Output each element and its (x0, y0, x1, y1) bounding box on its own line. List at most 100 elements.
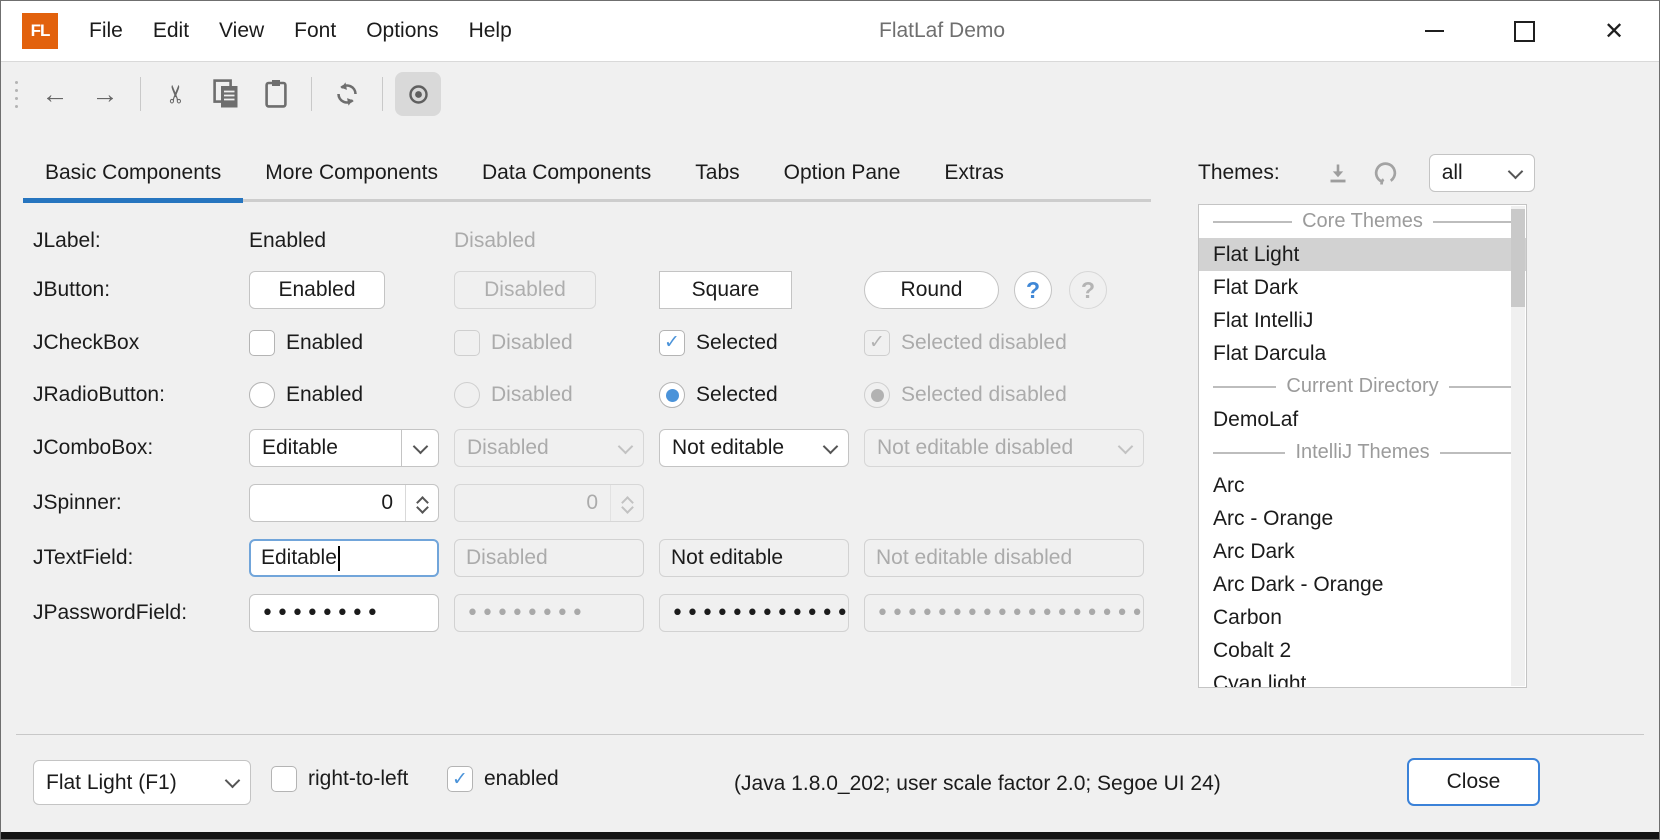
chevron-down-icon (1508, 163, 1524, 179)
download-theme-button[interactable] (1326, 161, 1350, 185)
tab-more-components[interactable]: More Components (243, 147, 460, 199)
radio-disabled: Disabled (454, 382, 644, 408)
forward-button[interactable]: → (82, 72, 128, 116)
radio-icon[interactable] (249, 382, 275, 408)
textfield-editable[interactable]: Editable (249, 539, 439, 577)
spinner-arrow-buttons[interactable] (405, 485, 438, 521)
show-hidden-toggle-button[interactable] (395, 72, 441, 116)
row-label-jcombobox: JComboBox: (33, 436, 249, 460)
cut-button[interactable]: ✂ (153, 72, 199, 116)
checkbox-checked-icon[interactable]: ✓ (447, 766, 473, 792)
lookandfeel-combobox[interactable]: Flat Light (F1) (33, 760, 251, 805)
checkbox-icon[interactable] (271, 766, 297, 792)
theme-list-item[interactable]: Cyan light (1199, 667, 1526, 688)
theme-list-item[interactable]: Flat Dark (1199, 271, 1526, 304)
tab-data-components[interactable]: Data Components (460, 147, 673, 199)
theme-list-scrollbar[interactable] (1511, 206, 1525, 686)
square-button[interactable]: Square (659, 271, 792, 309)
theme-list-item[interactable]: Arc - Orange (1199, 502, 1526, 535)
back-button[interactable]: ← (32, 72, 78, 116)
toolbar: ← → ✂ (1, 62, 1659, 126)
download-icon (1326, 161, 1350, 185)
spinner-enabled[interactable]: 0 (249, 484, 439, 522)
theme-list-item[interactable]: Cobalt 2 (1199, 634, 1526, 667)
theme-list: Core Themes Flat Light Flat Dark Flat In… (1198, 204, 1527, 688)
jcheckbox-row: JCheckBox Enabled Disabled ✓ Selected ✓ … (33, 316, 1163, 369)
enabled-checkbox[interactable]: ✓ enabled (447, 766, 559, 792)
menu-font[interactable]: Font (279, 1, 351, 61)
combobox-editable[interactable]: Editable (249, 429, 439, 467)
label-disabled: Disabled (454, 229, 536, 253)
statusbar-divider (16, 734, 1644, 735)
combobox-arrow-button[interactable] (401, 430, 438, 466)
checkbox-checked-icon[interactable]: ✓ (659, 330, 685, 356)
theme-group-separator: IntelliJ Themes (1199, 436, 1526, 469)
theme-list-item[interactable]: Flat Light (1199, 238, 1526, 271)
refresh-button[interactable] (324, 72, 370, 116)
clipboard-icon (264, 79, 288, 109)
checkbox-selected[interactable]: ✓ Selected (659, 330, 849, 356)
toolbar-separator (382, 77, 383, 111)
checkbox-selected-disabled: ✓ Selected disabled (864, 330, 1144, 356)
disabled-button: Disabled (454, 271, 596, 309)
runtime-info-text: (Java 1.8.0_202; user scale factor 2.0; … (734, 772, 1221, 796)
paste-button[interactable] (253, 72, 299, 116)
combobox-not-editable-disabled: Not editable disabled (864, 429, 1144, 467)
theme-list-item[interactable]: Arc Dark - Orange (1199, 568, 1526, 601)
combobox-not-editable[interactable]: Not editable (659, 429, 849, 467)
textfield-not-editable-disabled: Not editable disabled (864, 539, 1144, 577)
theme-filter-combobox[interactable]: all (1429, 154, 1535, 192)
help-button[interactable]: ? (1014, 271, 1052, 309)
menu-view[interactable]: View (204, 1, 279, 61)
minimize-button[interactable] (1403, 1, 1465, 61)
close-window-button[interactable]: ✕ (1583, 1, 1645, 61)
radio-enabled[interactable]: Enabled (249, 382, 439, 408)
scrollbar-thumb[interactable] (1511, 209, 1525, 307)
menu-options[interactable]: Options (351, 1, 453, 61)
theme-list-item[interactable]: Flat Darcula (1199, 337, 1526, 370)
tab-basic-components[interactable]: Basic Components (23, 147, 243, 199)
theme-list-item[interactable]: Arc Dark (1199, 535, 1526, 568)
theme-list-item[interactable]: Carbon (1199, 601, 1526, 634)
close-button[interactable]: Close (1407, 758, 1540, 806)
checkbox-disabled-label: Disabled (491, 331, 573, 355)
spinner-value: 0 (455, 491, 610, 515)
theme-list-item[interactable]: DemoLaf (1199, 403, 1526, 436)
row-label-jtextfield: JTextField: (33, 546, 249, 570)
app-logo-icon: FL (22, 13, 58, 49)
scissors-icon: ✂ (161, 84, 191, 105)
github-link-button[interactable] (1372, 160, 1399, 187)
theme-list-item[interactable]: Arc (1199, 469, 1526, 502)
radio-selected-icon[interactable] (659, 382, 685, 408)
radio-icon (454, 382, 480, 408)
checkbox-enabled[interactable]: Enabled (249, 330, 439, 356)
maximize-button[interactable] (1493, 1, 1555, 61)
enabled-button[interactable]: Enabled (249, 271, 385, 309)
spinner-value[interactable]: 0 (250, 491, 405, 515)
checkbox-checked-icon: ✓ (864, 330, 890, 356)
theme-group-separator: Core Themes (1199, 205, 1526, 238)
copy-button[interactable] (203, 72, 249, 116)
window-controls: ✕ (1375, 1, 1645, 61)
checkbox-icon[interactable] (249, 330, 275, 356)
passwordfield-editable[interactable]: •••••••• (249, 594, 439, 632)
menu-file[interactable]: File (74, 1, 138, 61)
menu-help[interactable]: Help (454, 1, 527, 61)
radio-selected-icon (864, 382, 890, 408)
tab-tabs[interactable]: Tabs (673, 147, 761, 199)
toolbar-grip-handle[interactable] (15, 81, 18, 108)
menu-edit[interactable]: Edit (138, 1, 204, 61)
radio-selected[interactable]: Selected (659, 382, 849, 408)
tab-extras[interactable]: Extras (922, 147, 1026, 199)
spinner-disabled: 0 (454, 484, 644, 522)
round-button[interactable]: Round (864, 271, 999, 309)
chevron-down-icon (224, 773, 240, 789)
radio-selected-label: Selected (696, 383, 778, 407)
jspinner-row: JSpinner: 0 0 (33, 475, 1163, 531)
right-to-left-checkbox[interactable]: right-to-left (271, 766, 408, 792)
maximize-icon (1514, 21, 1535, 42)
label-enabled: Enabled (249, 229, 326, 253)
theme-list-item[interactable]: Flat IntelliJ (1199, 304, 1526, 337)
tab-option-pane[interactable]: Option Pane (762, 147, 923, 199)
status-bar: Flat Light (F1) right-to-left ✓ enabled … (1, 734, 1659, 832)
